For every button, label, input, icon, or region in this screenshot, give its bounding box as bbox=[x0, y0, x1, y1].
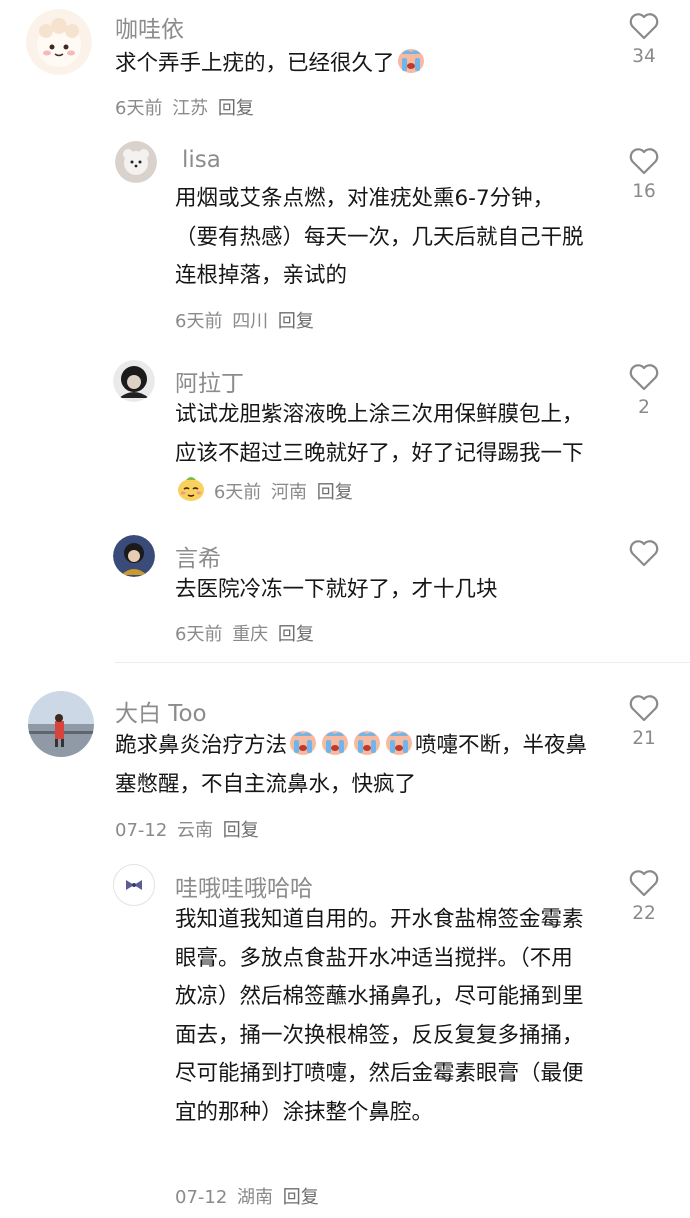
username[interactable]: lisa bbox=[182, 147, 221, 173]
comment-meta: 6天前 江苏 回复 bbox=[115, 94, 258, 120]
divider bbox=[115, 662, 690, 663]
reply-button[interactable]: 回复 bbox=[278, 624, 314, 645]
comment-location: 江苏 bbox=[172, 98, 209, 119]
comment-text: 去医院冷冻一下就好了，才十几块 bbox=[175, 577, 498, 602]
username[interactable]: 大白 Too bbox=[115, 694, 207, 728]
reply-button[interactable]: 回复 bbox=[223, 820, 259, 841]
comment-date: 6天前 bbox=[213, 482, 262, 503]
like-button[interactable]: 34 bbox=[614, 12, 674, 67]
like-count: 34 bbox=[632, 46, 656, 67]
comment-location: 四川 bbox=[232, 311, 269, 332]
reply-button[interactable]: 回复 bbox=[283, 1187, 319, 1208]
avatar[interactable] bbox=[28, 691, 94, 757]
like-button[interactable]: 22 bbox=[614, 869, 674, 924]
username[interactable]: 言希 bbox=[175, 539, 221, 573]
comment-text: 求个弄手上疣的，已经很久了 bbox=[115, 45, 615, 84]
avatar[interactable] bbox=[113, 535, 155, 577]
reply-button[interactable]: 回复 bbox=[317, 482, 353, 503]
username[interactable]: 咖哇依 bbox=[115, 10, 184, 44]
comment-location: 云南 bbox=[177, 820, 214, 841]
avatar[interactable] bbox=[113, 864, 155, 906]
smug-face-emoji bbox=[176, 474, 206, 502]
crying-face-emoji bbox=[320, 728, 350, 756]
comment-meta: 6天前 河南 回复 bbox=[214, 482, 357, 503]
crying-face-emoji bbox=[396, 46, 426, 74]
heart-outline-icon bbox=[629, 364, 659, 391]
comment-text: 用烟或艾条点燃，对准疣处熏6-7分钟，（要有热感）每天一次，几天后就自己干脱连根… bbox=[175, 186, 584, 288]
comment-text: 跪求鼻炎治疗方法 喷嚏不断，半夜鼻塞憋醒，不自主流鼻水，快疯了 bbox=[115, 727, 595, 804]
comment-meta: 6天前 重庆 回复 bbox=[175, 620, 318, 646]
comment-date: 07-12 bbox=[175, 1187, 228, 1208]
comment-date: 07-12 bbox=[115, 820, 168, 841]
comment-location: 河南 bbox=[271, 482, 308, 503]
like-count: 16 bbox=[632, 181, 656, 202]
comment-meta: 6天前 四川 回复 bbox=[175, 307, 318, 333]
avatar[interactable] bbox=[26, 9, 92, 75]
avatar[interactable] bbox=[115, 141, 157, 183]
comment-text: 试试龙胆紫溶液晚上涂三次用保鲜膜包上，应该不超过三晚就好了，好了记得踢我一下 6… bbox=[175, 402, 584, 503]
avatar[interactable] bbox=[113, 360, 155, 402]
like-count: 2 bbox=[638, 397, 650, 418]
heart-outline-icon bbox=[629, 870, 659, 897]
reply-button[interactable]: 回复 bbox=[278, 311, 314, 332]
like-button[interactable]: 21 bbox=[614, 694, 674, 749]
like-button[interactable]: 16 bbox=[614, 147, 674, 202]
username[interactable]: 哇哦哇哦哈哈 bbox=[175, 869, 313, 903]
like-count: 22 bbox=[632, 903, 656, 924]
comment-location: 湖南 bbox=[237, 1187, 274, 1208]
comment-date: 6天前 bbox=[175, 311, 223, 332]
comment-meta: 07-12 湖南 回复 bbox=[175, 1183, 323, 1209]
comment-date: 6天前 bbox=[115, 98, 163, 119]
like-button[interactable]: 2 bbox=[614, 363, 674, 418]
comment-location: 重庆 bbox=[232, 624, 269, 645]
heart-outline-icon bbox=[629, 695, 659, 722]
comment-meta: 07-12 云南 回复 bbox=[115, 816, 263, 842]
username[interactable]: 阿拉丁 bbox=[175, 364, 244, 398]
crying-face-emoji bbox=[352, 728, 382, 756]
heart-outline-icon bbox=[629, 540, 659, 567]
heart-outline-icon bbox=[629, 148, 659, 175]
like-count: 21 bbox=[632, 728, 656, 749]
reply-button[interactable]: 回复 bbox=[218, 98, 254, 119]
crying-face-emoji bbox=[384, 728, 414, 756]
comment-text: 我知道我知道自用的。开水食盐棉签金霉素眼膏。多放点食盐开水冲适当搅拌。（不用放凉… bbox=[175, 907, 584, 1125]
crying-face-emoji bbox=[288, 728, 318, 756]
heart-outline-icon bbox=[629, 13, 659, 40]
like-button[interactable] bbox=[614, 539, 674, 573]
comment-date: 6天前 bbox=[175, 624, 223, 645]
